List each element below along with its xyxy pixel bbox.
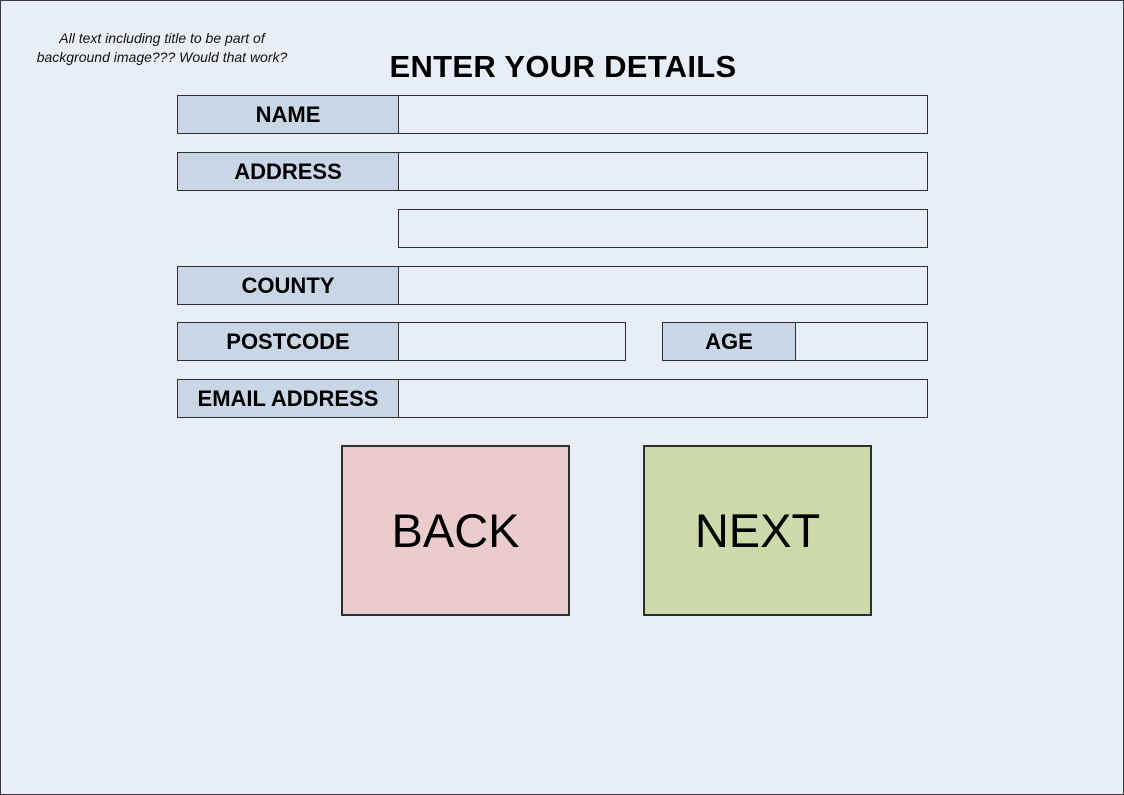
name-input[interactable]: [398, 95, 928, 134]
email-input[interactable]: [398, 379, 928, 418]
age-input[interactable]: [795, 322, 928, 361]
page-title: ENTER YOUR DETAILS: [389, 49, 737, 84]
annotation-note: All text including title to be part of b…: [36, 30, 288, 65]
address-line1-input[interactable]: [398, 152, 928, 191]
form-canvas: All text including title to be part of b…: [0, 0, 1124, 795]
email-label: EMAIL ADDRESS: [177, 379, 399, 418]
age-label: AGE: [662, 322, 796, 361]
next-button[interactable]: NEXT: [643, 445, 872, 616]
name-label: NAME: [177, 95, 399, 134]
county-input[interactable]: [398, 266, 928, 305]
county-label: COUNTY: [177, 266, 399, 305]
postcode-input[interactable]: [398, 322, 626, 361]
back-button[interactable]: BACK: [341, 445, 570, 616]
address-label: ADDRESS: [177, 152, 399, 191]
postcode-label: POSTCODE: [177, 322, 399, 361]
address-line2-input[interactable]: [398, 209, 928, 248]
